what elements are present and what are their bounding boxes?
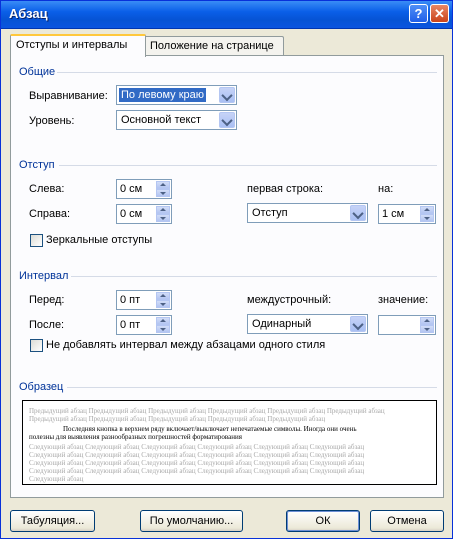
alignment-value: По левому краю bbox=[119, 88, 206, 102]
spin-down-icon[interactable] bbox=[156, 214, 170, 222]
preview-next-line: Следующий абзац Следующий абзац Следующи… bbox=[29, 443, 365, 451]
tab-indents-spacing[interactable]: Отступы и интервалы bbox=[10, 34, 146, 57]
alignment-label: Выравнивание: bbox=[29, 90, 108, 102]
spin-up-icon[interactable] bbox=[156, 206, 170, 214]
spin-down-icon[interactable] bbox=[420, 325, 434, 333]
spacing-before-label: Перед: bbox=[29, 294, 65, 306]
preview-separator bbox=[67, 387, 437, 388]
preview-prev-line: Предыдущий абзац Предыдущий абзац Предыд… bbox=[29, 407, 385, 415]
preview-next-line: Следующий абзац bbox=[29, 475, 84, 483]
tab-line-page-breaks[interactable]: Положение на странице bbox=[144, 36, 284, 55]
ok-button[interactable]: ОК bbox=[286, 510, 360, 532]
tabs-button[interactable]: Табуляция... bbox=[10, 510, 95, 532]
mirror-indents-checkbox[interactable] bbox=[30, 234, 43, 247]
first-line-label: первая строка: bbox=[247, 183, 324, 195]
indent-right-label: Справа: bbox=[29, 208, 71, 220]
indent-left-value: 0 см bbox=[120, 183, 143, 195]
dialog-title: Абзац bbox=[9, 6, 48, 21]
spacing-at-spinner[interactable] bbox=[378, 315, 436, 335]
spacing-section-title: Интервал bbox=[19, 270, 69, 282]
no-space-same-style-checkbox[interactable] bbox=[30, 339, 43, 352]
title-bar[interactable]: Абзац ? ✕ bbox=[1, 1, 452, 29]
chevron-down-icon[interactable] bbox=[350, 316, 366, 332]
spinner-arrows[interactable] bbox=[420, 206, 434, 222]
spinner-arrows[interactable] bbox=[156, 206, 170, 222]
preview-box: Предыдущий абзац Предыдущий абзац Предыд… bbox=[22, 400, 437, 485]
chevron-down-icon[interactable] bbox=[219, 87, 235, 103]
spin-down-icon[interactable] bbox=[420, 214, 434, 222]
spacing-before-spinner[interactable]: 0 пт bbox=[116, 290, 172, 310]
level-label: Уровень: bbox=[29, 115, 75, 127]
spacing-after-label: После: bbox=[29, 319, 65, 331]
set-default-button[interactable]: По умолчанию... bbox=[140, 510, 243, 532]
spin-up-icon[interactable] bbox=[156, 181, 170, 189]
indent-by-value: 1 см bbox=[382, 208, 405, 220]
preview-next-line: Следующий абзац Следующий абзац Следующи… bbox=[29, 459, 365, 467]
spinner-arrows[interactable] bbox=[156, 317, 170, 333]
spinner-arrows[interactable] bbox=[156, 181, 170, 197]
first-line-combo[interactable]: Отступ bbox=[247, 203, 368, 223]
spin-down-icon[interactable] bbox=[156, 300, 170, 308]
spin-up-icon[interactable] bbox=[156, 292, 170, 300]
preview-sample-line: Последняя кнопка в верхнем ряду включает… bbox=[63, 425, 357, 433]
spin-down-icon[interactable] bbox=[156, 325, 170, 333]
spacing-before-value: 0 пт bbox=[120, 294, 141, 306]
indent-section-title: Отступ bbox=[19, 159, 55, 171]
spin-down-icon[interactable] bbox=[156, 189, 170, 197]
preview-prev-line: Предыдущий абзац Предыдущий абзац Предыд… bbox=[29, 415, 326, 423]
indent-separator bbox=[59, 165, 437, 166]
indent-right-spinner[interactable]: 0 см bbox=[116, 204, 172, 224]
line-spacing-combo[interactable]: Одинарный bbox=[247, 314, 368, 334]
spacing-after-value: 0 пт bbox=[120, 319, 141, 331]
level-value: Основной текст bbox=[121, 114, 201, 126]
no-space-same-style-label[interactable]: Не добавлять интервал между абзацами одн… bbox=[46, 339, 325, 351]
spacing-after-spinner[interactable]: 0 пт bbox=[116, 315, 172, 335]
indent-by-label: на: bbox=[378, 183, 394, 195]
chevron-down-icon[interactable] bbox=[219, 112, 235, 128]
level-combo[interactable]: Основной текст bbox=[116, 110, 237, 130]
mirror-indents-label[interactable]: Зеркальные отступы bbox=[46, 234, 152, 246]
spinner-arrows[interactable] bbox=[420, 317, 434, 333]
spacing-at-label: значение: bbox=[378, 294, 429, 306]
indent-right-value: 0 см bbox=[120, 208, 143, 220]
general-separator bbox=[57, 72, 437, 73]
cancel-button[interactable]: Отмена bbox=[370, 510, 444, 532]
first-line-value: Отступ bbox=[252, 207, 288, 219]
indent-by-spinner[interactable]: 1 см bbox=[378, 204, 436, 224]
preview-sample-line: полезны для выявления разнообразных погр… bbox=[29, 433, 242, 441]
close-button[interactable]: ✕ bbox=[430, 4, 449, 23]
paragraph-dialog: Абзац ? ✕ Отступы и интервалы Положение … bbox=[0, 0, 453, 539]
spin-up-icon[interactable] bbox=[420, 317, 434, 325]
indent-left-label: Слева: bbox=[29, 183, 65, 195]
general-section-title: Общие bbox=[19, 66, 56, 78]
spinner-arrows[interactable] bbox=[156, 292, 170, 308]
help-button[interactable]: ? bbox=[409, 4, 428, 23]
spin-up-icon[interactable] bbox=[420, 206, 434, 214]
alignment-combo[interactable]: По левому краю bbox=[116, 85, 237, 105]
spacing-separator bbox=[71, 276, 437, 277]
line-spacing-value: Одинарный bbox=[252, 318, 312, 330]
preview-next-line: Следующий абзац Следующий абзац Следующи… bbox=[29, 467, 365, 475]
indent-left-spinner[interactable]: 0 см bbox=[116, 179, 172, 199]
line-spacing-label: междустрочный: bbox=[247, 294, 332, 306]
chevron-down-icon[interactable] bbox=[350, 205, 366, 221]
preview-section-title: Образец bbox=[19, 381, 64, 393]
spin-up-icon[interactable] bbox=[156, 317, 170, 325]
preview-next-line: Следующий абзац Следующий абзац Следующи… bbox=[29, 451, 365, 459]
